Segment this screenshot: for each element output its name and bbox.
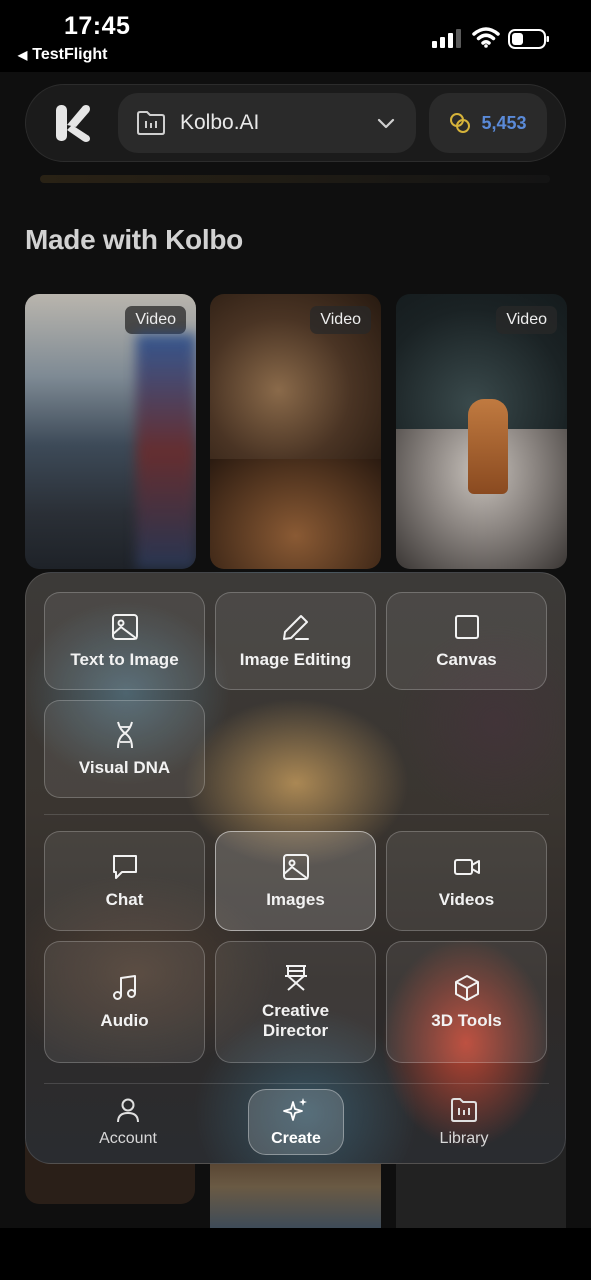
mode-label: Creative Director	[261, 1001, 330, 1040]
tool-image-editing[interactable]: Image Editing	[215, 592, 376, 690]
tool-visual-dna[interactable]: Visual DNA	[44, 700, 205, 798]
music-note-icon	[112, 975, 136, 1000]
video-badge: Video	[496, 306, 557, 334]
back-to-testflight-link[interactable]: ◀ TestFlight	[18, 46, 107, 64]
credits-amount: 5,453	[481, 112, 527, 133]
banner-strip	[40, 175, 550, 183]
credits-button[interactable]: 5,453	[429, 93, 547, 153]
mode-label: Audio	[100, 1011, 149, 1030]
nav-account[interactable]: Account	[68, 1089, 188, 1155]
nav-library[interactable]: Library	[404, 1089, 524, 1155]
chat-bubble-icon	[112, 855, 137, 879]
section-title: Made with Kolbo	[25, 224, 243, 255]
square-icon	[454, 615, 479, 639]
tool-canvas[interactable]: Canvas	[386, 592, 547, 690]
workspace-folder-icon	[137, 111, 165, 135]
user-icon	[117, 1098, 139, 1123]
card-figure	[468, 399, 508, 494]
mode-3d-tools[interactable]: 3D Tools	[386, 941, 547, 1063]
tool-label: Text to Image	[70, 650, 179, 669]
mode-label: Videos	[438, 890, 495, 909]
tool-text-to-image[interactable]: Text to Image	[44, 592, 205, 690]
back-app-label: TestFlight	[32, 46, 108, 63]
status-time: 17:45	[64, 12, 131, 40]
top-bar: Kolbo.AI 5,453	[25, 84, 566, 162]
chevron-down-icon	[377, 118, 395, 129]
mode-videos[interactable]: Videos	[386, 831, 547, 931]
wifi-icon	[472, 27, 500, 48]
nav-label: Account	[99, 1130, 157, 1147]
mode-images[interactable]: Images	[215, 831, 376, 931]
nav-label: Create	[271, 1130, 321, 1147]
cellular-signal-icon	[432, 29, 461, 48]
tool-label: Image Editing	[239, 650, 352, 669]
status-bar: 17:45 ◀ TestFlight	[0, 0, 591, 72]
library-folder-icon	[451, 1098, 477, 1122]
mode-label: Images	[266, 890, 325, 909]
mode-label: Chat	[105, 890, 144, 909]
gallery-card[interactable]: Video	[25, 294, 196, 569]
app-screen: Kolbo.AI 5,453 Made with Kolbo Video Vid…	[0, 72, 591, 1228]
dna-icon	[116, 721, 133, 749]
mode-label: 3D Tools	[431, 1011, 502, 1030]
nav-label: Library	[439, 1130, 489, 1147]
nav-create[interactable]: Create	[248, 1089, 344, 1155]
gallery-card[interactable]: Video	[210, 294, 381, 569]
gallery-card[interactable]: Video	[396, 294, 567, 569]
image-icon	[111, 614, 138, 640]
pencil-icon	[282, 615, 309, 640]
mode-creative-director[interactable]: Creative Director	[215, 941, 376, 1063]
menu-divider	[44, 814, 549, 815]
video-badge: Video	[125, 306, 186, 334]
sparkles-icon	[283, 1098, 307, 1121]
home-indicator-area	[0, 1228, 591, 1280]
tool-label: Visual DNA	[78, 758, 171, 777]
tool-label: Canvas	[436, 650, 497, 669]
coins-icon	[450, 113, 471, 133]
mode-chat[interactable]: Chat	[44, 831, 205, 931]
menu-divider	[44, 1083, 549, 1084]
director-chair-icon	[284, 965, 307, 991]
kolbo-logo-icon[interactable]	[54, 103, 94, 143]
create-menu-panel: Text to Image Image Editing Canvas Visua…	[25, 572, 566, 1164]
back-arrow-icon: ◀	[18, 48, 28, 62]
video-camera-icon	[453, 859, 480, 875]
battery-icon	[508, 29, 549, 49]
cube-icon	[454, 975, 479, 1001]
workspace-select[interactable]: Kolbo.AI	[118, 93, 416, 153]
video-badge: Video	[310, 306, 371, 334]
image-icon	[282, 854, 309, 880]
mode-audio[interactable]: Audio	[44, 941, 205, 1063]
workspace-name: Kolbo.AI	[180, 111, 260, 134]
